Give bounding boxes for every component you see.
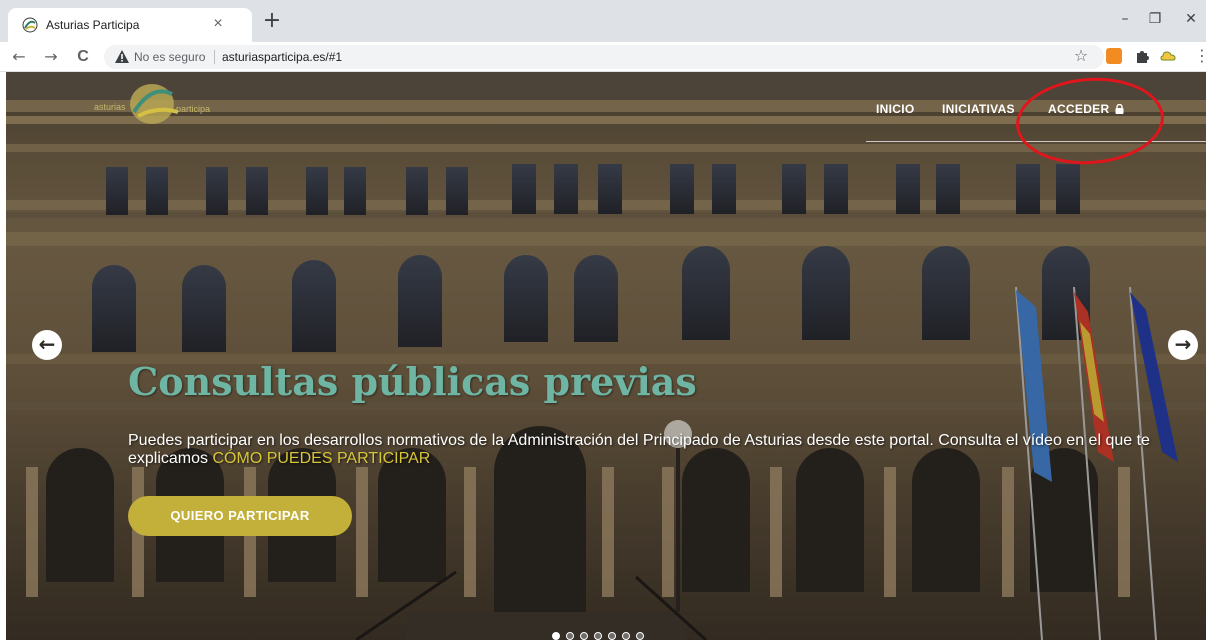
logo-word-left: asturias — [94, 102, 126, 112]
new-tab-plus-icon[interactable]: + — [262, 10, 282, 32]
nav-link-iniciativas[interactable]: INICIATIVAS — [942, 102, 1015, 116]
extension-orange-icon[interactable] — [1106, 48, 1122, 64]
carousel-dot[interactable] — [552, 632, 560, 640]
security-status-label[interactable]: No es seguro — [134, 50, 205, 64]
carousel-dot[interactable] — [566, 632, 574, 640]
carousel-prev-button[interactable]: ← — [32, 330, 62, 360]
browser-menu-icon[interactable]: ⋮ — [1194, 46, 1206, 66]
address-bar[interactable]: No es seguro asturiasparticipa.es/#1 — [104, 45, 1104, 69]
carousel-dot[interactable] — [636, 632, 644, 640]
browser-window: Asturias Participa × + – ❐ ✕ ← → C No es… — [0, 0, 1206, 640]
browser-toolbar: ← → C No es seguro asturiasparticipa.es/… — [0, 42, 1206, 72]
forward-arrow-icon[interactable]: → — [40, 46, 62, 68]
building-facade-image — [6, 72, 1206, 640]
asturias-participa-logo[interactable]: asturias participa — [92, 82, 242, 126]
extensions-puzzle-icon[interactable] — [1134, 48, 1150, 64]
tab-title: Asturias Participa — [46, 18, 140, 32]
quiero-participar-button[interactable]: QUIERO PARTICIPAR — [128, 496, 352, 536]
restore-icon[interactable]: ❐ — [1140, 8, 1170, 30]
close-window-icon[interactable]: ✕ — [1176, 8, 1206, 30]
url-text[interactable]: asturiasparticipa.es/#1 — [222, 50, 342, 64]
tab-close-icon[interactable]: × — [208, 14, 228, 34]
carousel-dot[interactable] — [594, 632, 602, 640]
carousel-dot[interactable] — [608, 632, 616, 640]
warning-triangle-icon — [115, 50, 129, 63]
back-arrow-icon[interactable]: ← — [8, 46, 30, 68]
carousel-next-button[interactable]: → — [1168, 330, 1198, 360]
hero-carousel: asturias participa INICIO INICIATIVAS AC… — [6, 72, 1206, 640]
carousel-dot[interactable] — [580, 632, 588, 640]
reload-icon[interactable]: C — [72, 46, 94, 68]
how-to-participate-link[interactable]: CÓMO PUEDES PARTICIPAR — [212, 450, 430, 467]
hero-title: Consultas públicas previas — [128, 359, 697, 404]
minimize-icon[interactable]: – — [1110, 8, 1140, 30]
hero-description: Puedes participar en los desarrollos nor… — [128, 432, 1158, 468]
extension-cloud-icon[interactable] — [1160, 48, 1176, 64]
tab-strip: Asturias Participa × + – ❐ ✕ — [0, 0, 1206, 42]
arrow-left-icon: ← — [38, 332, 56, 356]
address-separator — [214, 50, 215, 64]
bookmark-star-icon[interactable]: ☆ — [1072, 46, 1090, 66]
arrow-right-icon: → — [1174, 332, 1192, 356]
site-favicon-icon — [22, 17, 38, 33]
carousel-dot[interactable] — [622, 632, 630, 640]
tab-asturias-participa[interactable]: Asturias Participa × — [8, 8, 252, 42]
logo-word-right: participa — [176, 104, 210, 114]
nav-link-inicio[interactable]: INICIO — [876, 102, 914, 116]
